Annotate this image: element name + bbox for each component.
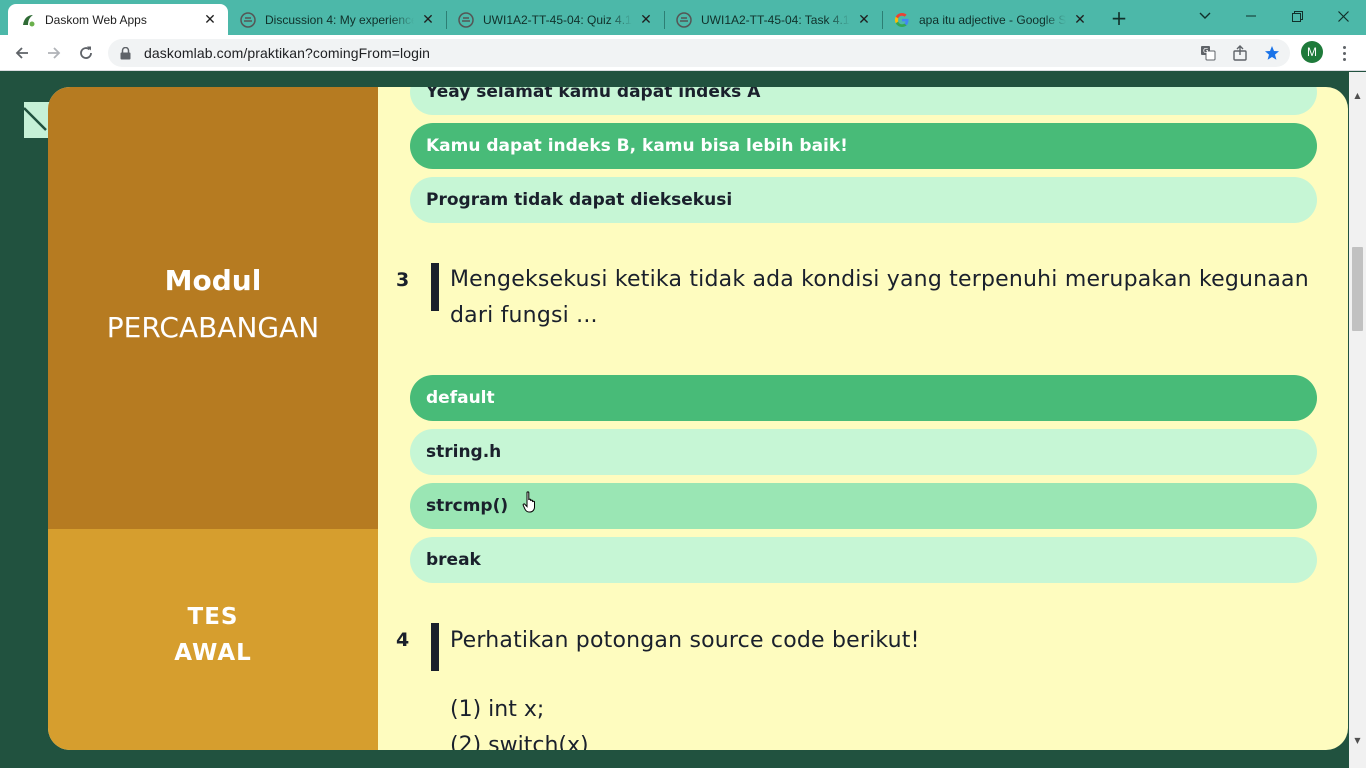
daskom-favicon-icon (20, 12, 36, 28)
address-bar[interactable]: daskomlab.com/praktikan?comingFrom=login (108, 39, 1290, 67)
question-number: 4 (396, 629, 410, 651)
moodle-favicon-icon (240, 11, 256, 28)
translate-button[interactable]: G (1198, 43, 1218, 63)
close-tab-icon[interactable]: ✕ (638, 11, 654, 28)
tab-task[interactable]: UWI1A2-TT-45-04: Task 4.1: F ✕ (664, 4, 882, 35)
tab-quiz[interactable]: UWI1A2-TT-45-04: Quiz 4.1 R ✕ (446, 4, 664, 35)
reload-button[interactable] (72, 39, 100, 67)
tab-title: Daskom Web Apps (45, 12, 147, 27)
share-button[interactable] (1230, 43, 1250, 63)
tab-discussion[interactable]: Discussion 4: My experience ✕ (228, 4, 446, 35)
tab-title: UWI1A2-TT-45-04: Quiz 4.1 R (483, 12, 632, 27)
scroll-up-icon[interactable]: ▲ (1349, 87, 1366, 104)
tab-strip: Daskom Web Apps ✕ Discussion 4: My exper… (0, 0, 1366, 35)
minimize-button[interactable] (1228, 0, 1274, 32)
url-text: daskomlab.com/praktikan?comingFrom=login (144, 45, 431, 61)
question-number: 3 (396, 269, 410, 291)
forward-button[interactable] (40, 39, 68, 67)
answer-option[interactable]: string.h (410, 429, 1317, 475)
tab-google-search[interactable]: apa itu adjective - Google Se ✕ (882, 4, 1098, 35)
moodle-favicon-icon (458, 11, 474, 28)
close-tab-icon[interactable]: ✕ (856, 11, 872, 28)
question-text: Mengeksekusi ketika tidak ada kondisi ya… (450, 262, 1330, 334)
module-panel: Modul PERCABANGAN (48, 87, 378, 529)
answer-option-selected[interactable]: default (410, 375, 1317, 421)
module-label: Modul (164, 264, 262, 297)
arrow-left-icon (15, 47, 28, 59)
new-tab-button[interactable]: + (1107, 6, 1131, 30)
question-accent-bar (431, 623, 439, 671)
svg-text:G: G (1203, 47, 1208, 55)
close-tab-icon[interactable]: ✕ (420, 11, 436, 28)
restore-icon (1291, 10, 1303, 22)
restore-button[interactable] (1274, 0, 1320, 32)
question-text: Perhatikan potongan source code berikut! (450, 628, 920, 653)
close-window-button[interactable] (1320, 0, 1366, 32)
tab-title: apa itu adjective - Google Se (919, 12, 1066, 27)
google-favicon-icon (894, 12, 910, 28)
minimize-icon (1246, 15, 1256, 17)
scrollbar-thumb[interactable] (1352, 247, 1363, 331)
close-icon (1337, 10, 1349, 22)
answer-option-hover[interactable]: strcmp() (410, 483, 1317, 529)
translate-icon: G (1201, 46, 1216, 61)
reload-icon (80, 46, 92, 59)
quiz-card: Modul PERCABANGAN TES AWAL Yeay selamat … (48, 87, 1348, 750)
scroll-down-icon[interactable]: ▼ (1349, 732, 1366, 749)
profile-avatar[interactable]: M (1301, 41, 1323, 63)
module-name: PERCABANGAN (106, 311, 320, 344)
tab-title: UWI1A2-TT-45-04: Task 4.1: F (701, 12, 850, 27)
share-icon (1233, 45, 1247, 61)
tab-search-button[interactable] (1182, 0, 1228, 32)
close-tab-icon[interactable]: ✕ (1072, 11, 1088, 28)
code-line: (2) switch(x) (450, 733, 589, 750)
question-list: Yeay selamat kamu dapat indeks A Kamu da… (378, 87, 1348, 750)
question-text-line: dari fungsi ... (450, 303, 598, 328)
menu-dots-icon[interactable] (1334, 42, 1354, 64)
hand-cursor-icon (522, 491, 535, 513)
code-line: (1) int x; (450, 697, 545, 722)
section-title-line1: TES (187, 604, 239, 630)
section-title-line2: AWAL (174, 640, 252, 666)
close-tab-icon[interactable]: ✕ (202, 11, 218, 28)
section-panel: TES AWAL (48, 529, 378, 750)
browser-toolbar: daskomlab.com/praktikan?comingFrom=login… (0, 35, 1366, 71)
star-icon (1265, 46, 1279, 60)
answer-option[interactable]: Yeay selamat kamu dapat indeks A (410, 87, 1317, 115)
answer-option[interactable]: Program tidak dapat dieksekusi (410, 177, 1317, 223)
answer-option[interactable]: break (410, 537, 1317, 583)
lock-icon (120, 46, 134, 60)
answer-option-selected[interactable]: Kamu dapat indeks B, kamu bisa lebih bai… (410, 123, 1317, 169)
arrow-right-icon (48, 47, 61, 59)
page-scrollbar[interactable]: ▲ ▼ (1349, 72, 1366, 768)
tab-title: Discussion 4: My experience (265, 12, 414, 27)
moodle-favicon-icon (676, 11, 692, 28)
question-text-line: Mengeksekusi ketika tidak ada kondisi ya… (450, 267, 1309, 292)
back-button[interactable] (8, 39, 36, 67)
bookmark-button[interactable] (1262, 43, 1282, 63)
tab-daskom[interactable]: Daskom Web Apps ✕ (8, 4, 228, 35)
question-accent-bar (431, 263, 439, 311)
chevron-down-icon (1199, 12, 1211, 19)
page-viewport: Modul PERCABANGAN TES AWAL Yeay selamat … (0, 72, 1366, 768)
